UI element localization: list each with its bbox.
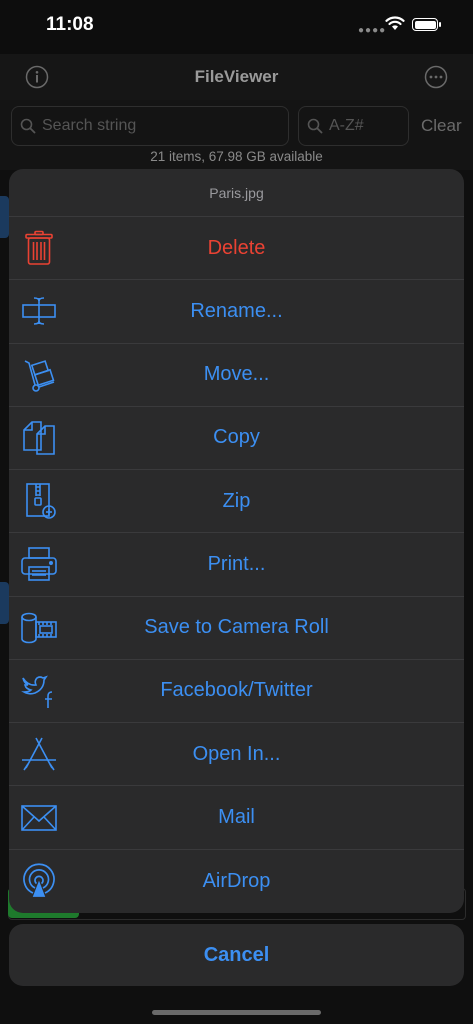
printer-icon <box>19 544 59 584</box>
delete-label: Delete <box>207 236 266 259</box>
move-label: Move... <box>203 363 270 386</box>
facebook-twitter-action[interactable]: Facebook/Twitter <box>9 660 464 724</box>
file-list-item-edge <box>0 582 9 624</box>
status-bar: 11:08 ●●●● <box>0 0 473 54</box>
app-store-icon <box>19 734 59 774</box>
clear-button[interactable]: Clear <box>421 116 462 136</box>
print-action[interactable]: Print... <box>9 533 464 597</box>
nav-bar: FileViewer <box>0 54 473 100</box>
home-indicator <box>152 1010 321 1015</box>
battery-icon <box>412 18 441 31</box>
copy-label: Copy <box>213 426 260 449</box>
print-label: Print... <box>207 552 266 575</box>
file-list-item-edge <box>0 196 9 238</box>
film-roll-icon <box>19 608 59 648</box>
action-sheet-title: Paris.jpg <box>9 169 464 217</box>
zip-label: Zip <box>222 489 251 512</box>
delete-action[interactable]: Delete <box>9 217 464 281</box>
save-to-camera-roll-action[interactable]: Save to Camera Roll <box>9 597 464 660</box>
search-placeholder: Search string <box>42 117 137 134</box>
airdrop-icon <box>19 861 59 901</box>
open-in-label: Open In... <box>192 742 281 765</box>
facebook-twitter-label: Facebook/Twitter <box>160 679 313 702</box>
sort-filter-input[interactable]: A-Z# <box>298 106 409 146</box>
airdrop-label: AirDrop <box>202 869 271 892</box>
mail-action[interactable]: Mail <box>9 786 464 850</box>
rename-label: Rename... <box>190 299 283 322</box>
text-cursor-icon <box>19 291 59 331</box>
move-action[interactable]: Move... <box>9 344 464 407</box>
wifi-icon <box>385 16 405 30</box>
nav-title: FileViewer <box>194 67 279 86</box>
search-input[interactable]: Search string <box>11 106 289 146</box>
storage-info: 21 items, 67.98 GB available <box>150 149 323 164</box>
status-time: 11:08 <box>46 14 94 35</box>
hand-truck-icon <box>19 355 59 395</box>
zip-file-icon <box>19 481 59 521</box>
copy-documents-icon <box>19 418 59 458</box>
envelope-icon <box>19 798 59 838</box>
search-icon <box>20 118 36 134</box>
search-area: Search string A-Z# Clear 21 items, 67.98… <box>0 100 473 170</box>
save-to-camera-roll-label: Save to Camera Roll <box>144 616 329 639</box>
cellular-signal-icon: ●●●● <box>358 25 387 36</box>
copy-action[interactable]: Copy <box>9 407 464 471</box>
search-icon <box>307 118 323 134</box>
mail-label: Mail <box>218 806 255 829</box>
cancel-button[interactable]: Cancel <box>9 924 464 986</box>
rename-action[interactable]: Rename... <box>9 280 464 344</box>
sort-placeholder: A-Z# <box>329 117 364 134</box>
social-bird-icon <box>19 671 59 711</box>
trash-icon <box>19 228 59 268</box>
ellipsis-circle-icon[interactable] <box>424 65 448 89</box>
cancel-label: Cancel <box>203 943 270 966</box>
action-sheet: Paris.jpg Delete Rename... Move... Copy … <box>9 169 464 913</box>
zip-action[interactable]: Zip <box>9 470 464 534</box>
open-in-action[interactable]: Open In... <box>9 723 464 787</box>
airdrop-action[interactable]: AirDrop <box>9 850 464 913</box>
